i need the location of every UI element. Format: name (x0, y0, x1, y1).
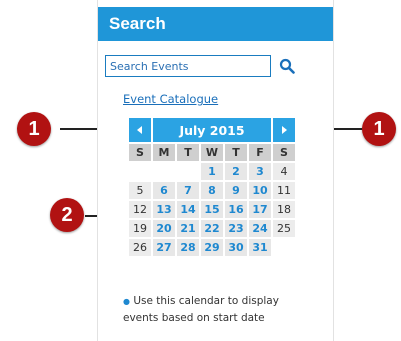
weekday-row: S M T W T F S (129, 144, 295, 161)
calendar-week: 26 27 28 29 30 31 (129, 239, 295, 256)
calendar-day-blank (153, 163, 175, 180)
calendar-day: 4 (273, 163, 295, 180)
calendar-day: 12 (129, 201, 151, 218)
callout-marker-1-left: 1 (17, 112, 51, 146)
calendar-day-link[interactable]: 8 (201, 182, 223, 199)
callout-marker-2: 2 (50, 198, 84, 232)
weekday-label: F (249, 144, 271, 161)
calendar-week: 12 13 14 15 16 17 18 (129, 201, 295, 218)
event-catalogue-link[interactable]: Event Catalogue (123, 92, 218, 106)
panel-title: Search (98, 7, 333, 41)
calendar-day-blank (273, 239, 295, 256)
calendar-day-link[interactable]: 1 (201, 163, 223, 180)
triangle-right-icon (282, 125, 287, 134)
calendar-day: 11 (273, 182, 295, 199)
next-month-button[interactable] (273, 118, 295, 142)
calendar-day: 25 (273, 220, 295, 237)
weekday-label: T (225, 144, 247, 161)
calendar-week: 1 2 3 4 (129, 163, 295, 180)
calendar-note-text: Use this calendar to display events base… (123, 295, 279, 324)
calendar-day-link[interactable]: 9 (225, 182, 247, 199)
triangle-left-icon (137, 125, 142, 134)
calendar-day-blank (177, 163, 199, 180)
calendar-day-link[interactable]: 28 (177, 239, 199, 256)
calendar-day-link[interactable]: 22 (201, 220, 223, 237)
calendar-day-link[interactable]: 16 (225, 201, 247, 218)
calendar-day-link[interactable]: 7 (177, 182, 199, 199)
calendar-day: 18 (273, 201, 295, 218)
calendar-day-link[interactable]: 15 (201, 201, 223, 218)
calendar-day: 26 (129, 239, 151, 256)
calendar-day-link[interactable]: 14 (177, 201, 199, 218)
callout-marker-1-right: 1 (362, 112, 396, 146)
calendar-day-link[interactable]: 30 (225, 239, 247, 256)
calendar-day-link[interactable]: 2 (225, 163, 247, 180)
calendar-day-link[interactable]: 13 (153, 201, 175, 218)
calendar-day-link[interactable]: 21 (177, 220, 199, 237)
weekday-label: S (273, 144, 295, 161)
calendar-week: 5 6 7 8 9 10 11 (129, 182, 295, 199)
calendar-day-link[interactable]: 17 (249, 201, 271, 218)
prev-month-button[interactable] (129, 118, 151, 142)
calendar-day-link[interactable]: 27 (153, 239, 175, 256)
calendar-day: 5 (129, 182, 151, 199)
calendar-note: ● Use this calendar to display events ba… (123, 293, 313, 327)
search-icon (279, 58, 295, 74)
weekday-label: T (177, 144, 199, 161)
calendar-day-link[interactable]: 3 (249, 163, 271, 180)
search-button[interactable] (276, 55, 298, 77)
bullet-icon: ● (123, 297, 130, 306)
calendar-week: 19 20 21 22 23 24 25 (129, 220, 295, 237)
calendar-day-blank (129, 163, 151, 180)
search-input[interactable] (105, 55, 271, 77)
weekday-label: S (129, 144, 151, 161)
event-calendar: July 2015 S M T W T F S 1 2 3 4 5 6 7 8 … (127, 116, 297, 258)
calendar-month-label: July 2015 (153, 118, 271, 142)
calendar-day-link[interactable]: 20 (153, 220, 175, 237)
calendar-day-link[interactable]: 23 (225, 220, 247, 237)
calendar-header: July 2015 (129, 118, 295, 142)
calendar-day-link[interactable]: 6 (153, 182, 175, 199)
calendar-day-link[interactable]: 29 (201, 239, 223, 256)
weekday-label: M (153, 144, 175, 161)
calendar-day-link[interactable]: 24 (249, 220, 271, 237)
calendar-day-link[interactable]: 31 (249, 239, 271, 256)
weekday-label: W (201, 144, 223, 161)
calendar-day-link[interactable]: 10 (249, 182, 271, 199)
calendar-day: 19 (129, 220, 151, 237)
